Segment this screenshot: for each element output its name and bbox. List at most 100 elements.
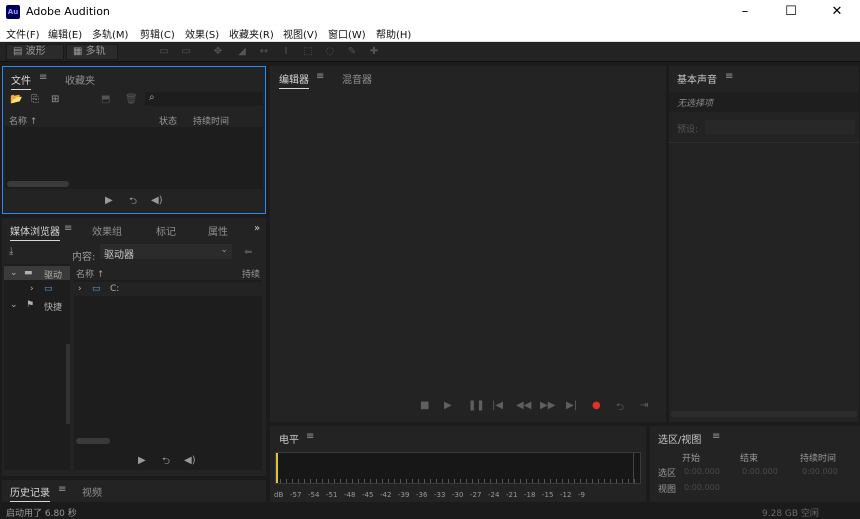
- menu-window[interactable]: 窗口(W): [328, 26, 366, 41]
- razor-tool-icon[interactable]: ◢: [236, 46, 248, 58]
- record-icon[interactable]: ●: [592, 400, 601, 411]
- chevron-down-icon[interactable]: ⌄: [10, 268, 18, 278]
- col-duration[interactable]: 持续时间: [193, 114, 229, 127]
- menu-edit[interactable]: 编辑(E): [48, 26, 82, 41]
- loop-icon[interactable]: ⮌: [162, 454, 170, 471]
- rewind-icon[interactable]: ◀◀: [516, 400, 531, 411]
- selection-view-menu-icon[interactable]: ≡: [712, 431, 720, 442]
- tab-files[interactable]: 文件: [11, 72, 31, 90]
- selection-duration-value[interactable]: 0:00.000: [802, 467, 838, 476]
- back-arrow-icon[interactable]: ⬅: [244, 247, 252, 258]
- spot-healing-tool-icon[interactable]: ✚: [368, 46, 380, 58]
- spectral-display-icon[interactable]: ▭: [158, 46, 170, 58]
- close-button[interactable]: ✕: [814, 0, 860, 24]
- stop-icon[interactable]: ■: [420, 400, 429, 411]
- tree-scrollbar[interactable]: [66, 344, 70, 424]
- essential-sound-title[interactable]: 基本声音: [677, 71, 717, 86]
- toolbar: ▤ 波形 ▦ 多轨 ▭ ▭ ✥ ◢ ↔ I ⬚ ◌ ✎ ✚ 默认 ≡ »: [0, 42, 860, 102]
- menu-favorites[interactable]: 收藏夹(R): [229, 26, 274, 41]
- search-input[interactable]: ⌕: [145, 92, 263, 106]
- time-selection-tool-icon[interactable]: I: [280, 46, 292, 58]
- tab-markers[interactable]: 标记: [156, 223, 176, 238]
- media-panel-menu-icon[interactable]: ≡: [64, 223, 72, 234]
- tab-history[interactable]: 历史记录: [10, 484, 50, 502]
- marquee-tool-icon[interactable]: ⬚: [302, 46, 314, 58]
- chevron-right-icon[interactable]: ›: [78, 284, 82, 294]
- tab-mixer[interactable]: 混音器: [342, 71, 372, 86]
- fast-forward-icon[interactable]: ▶▶: [540, 400, 555, 411]
- minimize-button[interactable]: –: [722, 0, 768, 24]
- menu-view[interactable]: 视图(V): [283, 26, 318, 41]
- selection-view-title[interactable]: 选区/视图: [658, 431, 701, 446]
- menu-effects[interactable]: 效果(S): [185, 26, 219, 41]
- db-scale-tick: -21: [506, 491, 518, 499]
- list-item[interactable]: › ▭ C:: [74, 282, 262, 296]
- content-dropdown[interactable]: 驱动器 ⌄: [100, 244, 232, 261]
- tab-media-browser[interactable]: 媒体浏览器: [10, 223, 60, 241]
- tab-properties[interactable]: 属性: [208, 223, 228, 238]
- horizontal-scrollbar[interactable]: [671, 411, 857, 417]
- loop-icon[interactable]: ⮌: [129, 194, 137, 211]
- levels-title[interactable]: 电平: [279, 431, 299, 446]
- lasso-tool-icon[interactable]: ◌: [324, 46, 336, 58]
- drive-c-label: C:: [110, 284, 120, 294]
- more-tabs-icon[interactable]: »: [254, 223, 260, 234]
- preset-dropdown[interactable]: [705, 120, 855, 134]
- files-panel: 文件 ≡ 收藏夹 📂 ⎘ ⊞ ⬒ 🗑 ⌕ 名称 ↑ 状态 持续时间 ▶ ⮌ ◀): [2, 66, 266, 214]
- tab-video[interactable]: 视频: [82, 484, 102, 499]
- tree-item-shortcuts[interactable]: 快捷: [44, 300, 62, 313]
- tab-effects-rack[interactable]: 效果组: [92, 223, 122, 238]
- tab-editor[interactable]: 编辑器: [279, 71, 309, 89]
- tree-item-drives[interactable]: 驱动: [44, 268, 62, 281]
- download-icon[interactable]: ⤓: [9, 246, 13, 257]
- waveform-button[interactable]: ▤ 波形: [6, 44, 64, 60]
- view-start-value[interactable]: 0:00.000: [684, 483, 720, 492]
- new-file-icon[interactable]: ⊞: [51, 94, 59, 105]
- move-tool-icon[interactable]: ✥: [212, 46, 224, 58]
- volume-icon[interactable]: ◀): [151, 195, 163, 206]
- levels-menu-icon[interactable]: ≡: [306, 431, 314, 442]
- volume-icon[interactable]: ◀): [184, 455, 196, 466]
- tab-favorites[interactable]: 收藏夹: [65, 72, 95, 87]
- menu-help[interactable]: 帮助(H): [376, 26, 411, 41]
- pitch-display-icon[interactable]: ▭: [180, 46, 192, 58]
- chevron-right-icon[interactable]: ›: [30, 284, 34, 294]
- col-name[interactable]: 名称 ↑: [9, 114, 37, 127]
- multitrack-button[interactable]: ▦ 多轨: [66, 44, 118, 60]
- search-icon: ⌕: [149, 92, 155, 103]
- menu-file[interactable]: 文件(F): [6, 26, 40, 41]
- insert-icon[interactable]: ⬒: [101, 94, 110, 105]
- import-file-icon[interactable]: ⎘: [31, 94, 39, 105]
- pause-icon[interactable]: ❚❚: [468, 400, 485, 411]
- play-icon[interactable]: ▶: [138, 455, 146, 466]
- status-bar: 启动用了 6.80 秒 9.28 GB 空闲: [0, 504, 860, 519]
- menu-clip[interactable]: 剪辑(C): [140, 26, 175, 41]
- horizontal-scrollbar[interactable]: [7, 181, 69, 187]
- editor-panel-menu-icon[interactable]: ≡: [316, 71, 324, 82]
- col-name[interactable]: 名称 ↑: [76, 267, 104, 280]
- horizontal-scrollbar[interactable]: [76, 438, 110, 444]
- selection-start-value[interactable]: 0:00.000: [684, 467, 720, 476]
- selection-end-value[interactable]: 0:00.000: [742, 467, 778, 476]
- chevron-down-icon[interactable]: ⌄: [10, 300, 18, 310]
- play-icon[interactable]: ▶: [105, 195, 113, 206]
- skip-to-end-icon[interactable]: ▶|: [566, 400, 577, 411]
- loop-playback-icon[interactable]: ⮌: [616, 400, 624, 417]
- menu-multitrack[interactable]: 多轨(M): [92, 26, 128, 41]
- skip-selection-icon[interactable]: ⇥: [640, 400, 648, 411]
- essential-sound-menu-icon[interactable]: ≡: [725, 71, 733, 82]
- skip-to-start-icon[interactable]: |◀: [492, 400, 503, 411]
- db-scale-tick: -27: [470, 491, 482, 499]
- files-panel-menu-icon[interactable]: ≡: [39, 72, 47, 83]
- open-file-icon[interactable]: 📂: [10, 94, 22, 105]
- col-status[interactable]: 状态: [159, 114, 177, 127]
- preset-label: 预设:: [677, 125, 699, 135]
- slip-tool-icon[interactable]: ↔: [258, 46, 270, 58]
- delete-icon[interactable]: 🗑: [125, 94, 138, 105]
- maximize-button[interactable]: ☐: [768, 0, 814, 24]
- history-panel-menu-icon[interactable]: ≡: [58, 484, 66, 495]
- col-duration: 持续时间: [800, 454, 837, 464]
- play-icon[interactable]: ▶: [444, 400, 452, 411]
- col-duration[interactable]: 持续: [242, 267, 260, 280]
- brush-tool-icon[interactable]: ✎: [346, 46, 358, 58]
